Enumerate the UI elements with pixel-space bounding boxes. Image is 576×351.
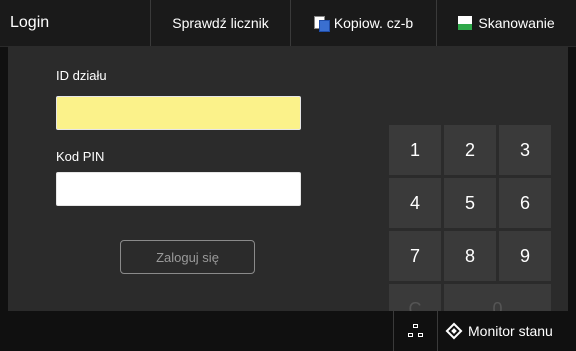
key-1[interactable]: 1	[388, 124, 442, 176]
login-panel: ID działu Kod PIN Zaloguj się 1 2 3 4 5 …	[8, 46, 568, 335]
tab-scan-label: Skanowanie	[478, 15, 555, 31]
key-8[interactable]: 8	[443, 230, 497, 282]
copy-icon	[313, 16, 330, 32]
tab-check-counter[interactable]: Sprawdź licznik	[150, 0, 290, 46]
tab-copy-bw[interactable]: Kopiow. cz-b	[290, 0, 436, 46]
key-3[interactable]: 3	[498, 124, 552, 176]
bottom-bar: Monitor stanu	[0, 311, 576, 351]
key-2[interactable]: 2	[443, 124, 497, 176]
login-button[interactable]: Zaloguj się	[120, 240, 255, 274]
department-id-field[interactable]	[56, 96, 301, 130]
key-7[interactable]: 7	[388, 230, 442, 282]
network-button[interactable]	[393, 311, 437, 351]
department-id-label: ID działu	[56, 68, 107, 83]
login-title: Login	[10, 14, 50, 31]
scan-icon	[458, 16, 473, 30]
key-9[interactable]: 9	[498, 230, 552, 282]
pin-field[interactable]	[56, 172, 301, 206]
network-icon	[407, 324, 424, 338]
top-bar: Login Sprawdź licznik Kopiow. cz-b Skano…	[0, 0, 576, 47]
pin-label: Kod PIN	[56, 149, 105, 164]
key-4[interactable]: 4	[388, 177, 442, 229]
key-5[interactable]: 5	[443, 177, 497, 229]
status-monitor-icon	[445, 322, 463, 340]
key-6[interactable]: 6	[498, 177, 552, 229]
status-monitor-button[interactable]: Monitor stanu	[437, 311, 576, 351]
status-monitor-label: Monitor stanu	[468, 323, 553, 339]
tab-scan[interactable]: Skanowanie	[436, 0, 576, 46]
tab-copy-label: Kopiow. cz-b	[333, 15, 414, 31]
